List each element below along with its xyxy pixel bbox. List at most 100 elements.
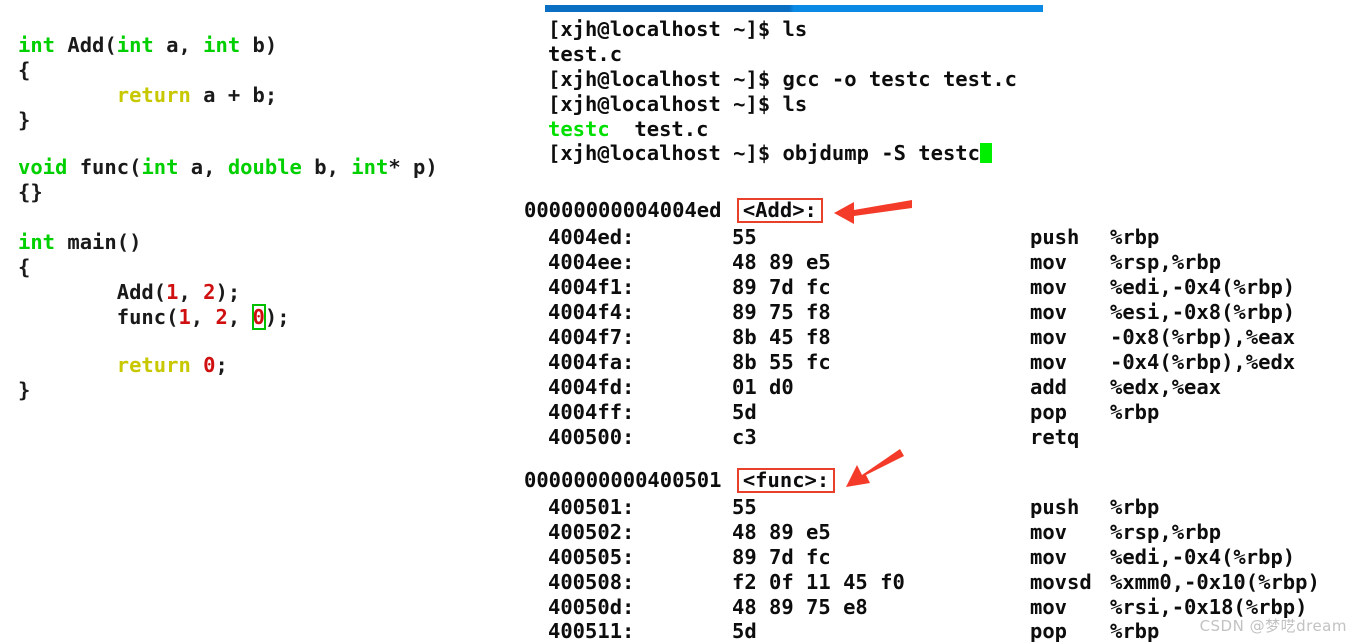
code-line: void func(int a, double b, int* p)	[18, 155, 438, 180]
instruction-bytes: 5d	[732, 400, 757, 424]
instruction-address: 400500:	[548, 425, 635, 449]
instruction-mnemonic: mov	[1030, 350, 1068, 374]
instruction-bytes: c3	[732, 425, 757, 449]
terminal-pane[interactable]: [xjh@localhost ~]$ ls test.c [xjh@localhos…	[512, 0, 1353, 644]
instruction-bytes: 48 89 75 e8	[732, 595, 868, 619]
instruction-bytes: 48 89 e5	[732, 520, 831, 544]
instruction-address: 4004ed:	[548, 225, 635, 249]
code-line: }	[18, 378, 30, 403]
disassembly-row: 400508: f2 0f 11 45 f0 movsd %xmm0,-0x10(%r…	[512, 570, 1353, 595]
instruction-address: 4004fd:	[548, 375, 635, 399]
shell-command: gcc -o testc test.c	[770, 67, 1018, 91]
instruction-bytes: 48 89 e5	[732, 250, 831, 274]
code-line: {	[18, 58, 30, 83]
instruction-bytes: 89 75 f8	[732, 300, 831, 324]
instruction-bytes: 5d	[732, 619, 757, 643]
disassembly-row: 4004f1: 89 7d fc mov %edi,-0x4(%rbp)	[512, 275, 1353, 300]
code-token: void	[18, 155, 68, 179]
code-token: main()	[55, 230, 142, 254]
code-editor-pane[interactable]: int Add(int a, int b){ return a + b;} vo…	[0, 0, 512, 644]
section-address: 00000000004004ed	[524, 198, 722, 222]
terminal-line: [xjh@localhost ~]$ objdump -S testc	[548, 141, 992, 166]
shell-command: ls	[770, 92, 808, 116]
instruction-address: 400505:	[548, 545, 635, 569]
disassembly-section-header: 0000000000400501 <func>:	[524, 468, 836, 493]
instruction-address: 400501:	[548, 495, 635, 519]
highlighted-symbol-name: <Add>:	[736, 198, 823, 223]
code-token: * p)	[388, 155, 438, 179]
instruction-address: 4004ff:	[548, 400, 635, 424]
instruction-address: 400511:	[548, 619, 635, 643]
code-token: return	[116, 353, 191, 377]
disassembly-row: 4004ee: 48 89 e5 mov %rsp,%rbp	[512, 250, 1353, 275]
shell-prompt: [xjh@localhost ~]$	[548, 67, 771, 91]
instruction-operands: %rbp	[1110, 495, 1160, 519]
instruction-operands: %rbp	[1110, 400, 1160, 424]
terminal-cursor	[980, 143, 992, 163]
code-line: return 0;	[18, 353, 228, 378]
code-token: 2	[203, 280, 216, 304]
code-token: int	[141, 155, 179, 179]
code-token: );	[264, 305, 290, 329]
instruction-mnemonic: mov	[1030, 545, 1068, 569]
instruction-mnemonic: mov	[1030, 300, 1068, 324]
instruction-operands: %rsp,%rbp	[1110, 520, 1222, 544]
terminal-output: test.c	[548, 42, 623, 66]
code-token: ;	[215, 353, 228, 377]
instruction-address: 4004f1:	[548, 275, 635, 299]
shell-prompt: [xjh@localhost ~]$	[548, 17, 771, 41]
code-token: 2	[215, 305, 228, 329]
code-line: }	[18, 108, 30, 133]
code-token: func(	[18, 305, 179, 329]
instruction-operands: %edi,-0x4(%rbp)	[1110, 275, 1296, 299]
code-token: 1	[166, 280, 179, 304]
instruction-operands: %rbp	[1110, 225, 1160, 249]
instruction-mnemonic: pop	[1030, 619, 1068, 643]
code-token: Add(	[55, 33, 117, 57]
code-token: int	[351, 155, 389, 179]
section-address: 0000000000400501	[524, 468, 722, 492]
instruction-address: 4004f4:	[548, 300, 635, 324]
code-token: ,	[227, 305, 253, 329]
code-token: a,	[178, 155, 228, 179]
instruction-operands: %xmm0,-0x10(%rbp)	[1110, 570, 1320, 594]
terminal-line: testc test.c	[548, 117, 708, 142]
highlighted-symbol-name: <func>:	[736, 468, 836, 493]
instruction-bytes: 55	[732, 495, 757, 519]
source-filename: test.c	[609, 117, 709, 141]
disassembly-row: 400501: 55 push %rbp	[512, 495, 1353, 520]
code-token: 1	[178, 305, 191, 329]
terminal-line: test.c	[548, 42, 622, 67]
code-token: func(	[67, 155, 142, 179]
code-token: {}	[18, 180, 43, 204]
code-token: );	[215, 280, 241, 304]
instruction-operands: %rsp,%rbp	[1110, 250, 1222, 274]
terminal-line: [xjh@localhost ~]$ gcc -o testc test.c	[548, 67, 1017, 92]
instruction-bytes: f2 0f 11 45 f0	[732, 570, 905, 594]
instruction-operands: -0x8(%rbp),%eax	[1110, 325, 1296, 349]
csdn-watermark: CSDN @梦呓dream	[1199, 617, 1347, 635]
instruction-operands: %esi,-0x8(%rbp)	[1110, 300, 1296, 324]
code-token: int	[18, 230, 56, 254]
instruction-mnemonic: retq	[1030, 425, 1080, 449]
code-token: return	[116, 83, 191, 107]
shell-prompt: [xjh@localhost ~]$	[548, 141, 771, 165]
instruction-bytes: 89 7d fc	[732, 545, 831, 569]
instruction-operands: %rbp	[1110, 619, 1160, 643]
code-token: double	[227, 155, 302, 179]
instruction-mnemonic: push	[1030, 495, 1080, 519]
instruction-bytes: 89 7d fc	[732, 275, 831, 299]
code-token: int	[116, 33, 154, 57]
disassembly-row: 4004ed: 55 push %rbp	[512, 225, 1353, 250]
executable-filename: testc	[548, 117, 610, 141]
highlighted-argument: 0	[251, 304, 266, 330]
instruction-mnemonic: push	[1030, 225, 1080, 249]
disassembly-row: 4004fa: 8b 55 fc mov -0x4(%rbp),%edx	[512, 350, 1353, 375]
disassembly-row: 400502: 48 89 e5 mov %rsp,%rbp	[512, 520, 1353, 545]
code-token: ,	[190, 305, 216, 329]
instruction-mnemonic: pop	[1030, 400, 1068, 424]
code-token: b)	[240, 33, 278, 57]
